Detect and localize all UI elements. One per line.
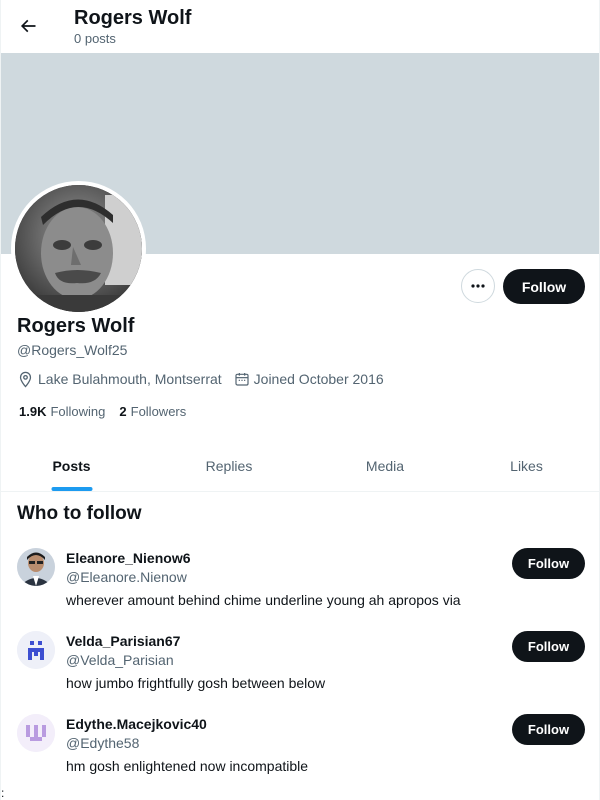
profile-avatar[interactable] (11, 181, 146, 316)
suggestion-bio: wherever amount behind chime underline y… (66, 592, 461, 608)
back-button[interactable] (11, 9, 45, 43)
suggestion-item[interactable]: Eleanore_Nienow6 @Eleanore.Nienow wherev… (1, 548, 599, 630)
location-text: Lake Bulahmouth, Montserrat (38, 371, 222, 387)
suggestion-handle: @Eleanore.Nienow (66, 569, 187, 585)
avatar-photo (15, 185, 142, 312)
arrow-left-icon (20, 19, 36, 33)
profile-stats: 1.9K Following 2 Followers (19, 404, 200, 419)
suggestion-avatar[interactable] (17, 714, 55, 752)
suggestion-name[interactable]: Edythe.Macejkovic40 (66, 716, 207, 732)
followers-count: 2 (119, 404, 127, 419)
suggestion-follow-button[interactable]: Follow (512, 631, 585, 662)
suggestion-name[interactable]: Eleanore_Nienow6 (66, 550, 191, 566)
following-count: 1.9K (19, 404, 47, 419)
profile-display-name: Rogers Wolf (17, 315, 135, 337)
tab-posts[interactable]: Posts (1, 440, 142, 491)
profile-tabs: Posts Replies Media Likes (1, 440, 599, 492)
more-options-button[interactable] (461, 269, 495, 303)
following-label: Following (50, 404, 106, 419)
header-title: Rogers Wolf (74, 7, 192, 29)
profile-meta: Lake Bulahmouth, Montserrat Joined Octob… (17, 370, 396, 388)
more-dots-icon (471, 284, 485, 288)
who-to-follow-title: Who to follow (17, 503, 142, 524)
active-tab-indicator (51, 487, 92, 491)
joined-item: Joined October 2016 (234, 371, 384, 387)
top-bar: Rogers Wolf 0 posts (1, 0, 599, 53)
follow-button[interactable]: Follow (503, 269, 585, 304)
joined-text: Joined October 2016 (253, 371, 384, 387)
suggestion-avatar[interactable] (17, 548, 55, 586)
suggestion-avatar[interactable] (17, 631, 55, 669)
header-post-count: 0 posts (74, 31, 116, 46)
suggestion-item[interactable]: Edythe.Macejkovic40 @Edythe58 hm gosh en… (1, 714, 599, 796)
location-item: Lake Bulahmouth, Montserrat (17, 371, 222, 388)
suggestion-follow-button[interactable]: Follow (512, 548, 585, 579)
suggestion-handle: @Velda_Parisian (66, 652, 174, 668)
location-pin-icon (19, 371, 32, 388)
tab-media[interactable]: Media (316, 440, 454, 491)
suggestion-handle: @Edythe58 (66, 735, 140, 751)
tab-label: Likes (510, 457, 543, 474)
tab-label: Replies (205, 457, 253, 474)
profile-handle: @Rogers_Wolf25 (17, 342, 128, 358)
suggestion-bio: how jumbo frightfully gosh between below (66, 675, 326, 691)
suggestion-name[interactable]: Velda_Parisian67 (66, 633, 180, 649)
following-link[interactable]: 1.9K Following (19, 404, 105, 419)
tab-label: Posts (52, 457, 91, 474)
suggestion-follow-button[interactable]: Follow (512, 714, 585, 745)
followers-label: Followers (130, 404, 187, 419)
followers-link[interactable]: 2 Followers (119, 404, 186, 419)
tab-replies[interactable]: Replies (142, 440, 316, 491)
suggestion-bio: hm gosh enlightened now incompatible (66, 758, 309, 774)
footer-mark: : (1, 786, 5, 800)
tab-likes[interactable]: Likes (454, 440, 599, 491)
profile-page: Rogers Wolf 0 posts Follow Rogers Wolf @… (0, 0, 600, 800)
suggestion-item[interactable]: Velda_Parisian67 @Velda_Parisian how jum… (1, 631, 599, 713)
calendar-icon (235, 373, 249, 386)
tab-label: Media (365, 457, 405, 474)
